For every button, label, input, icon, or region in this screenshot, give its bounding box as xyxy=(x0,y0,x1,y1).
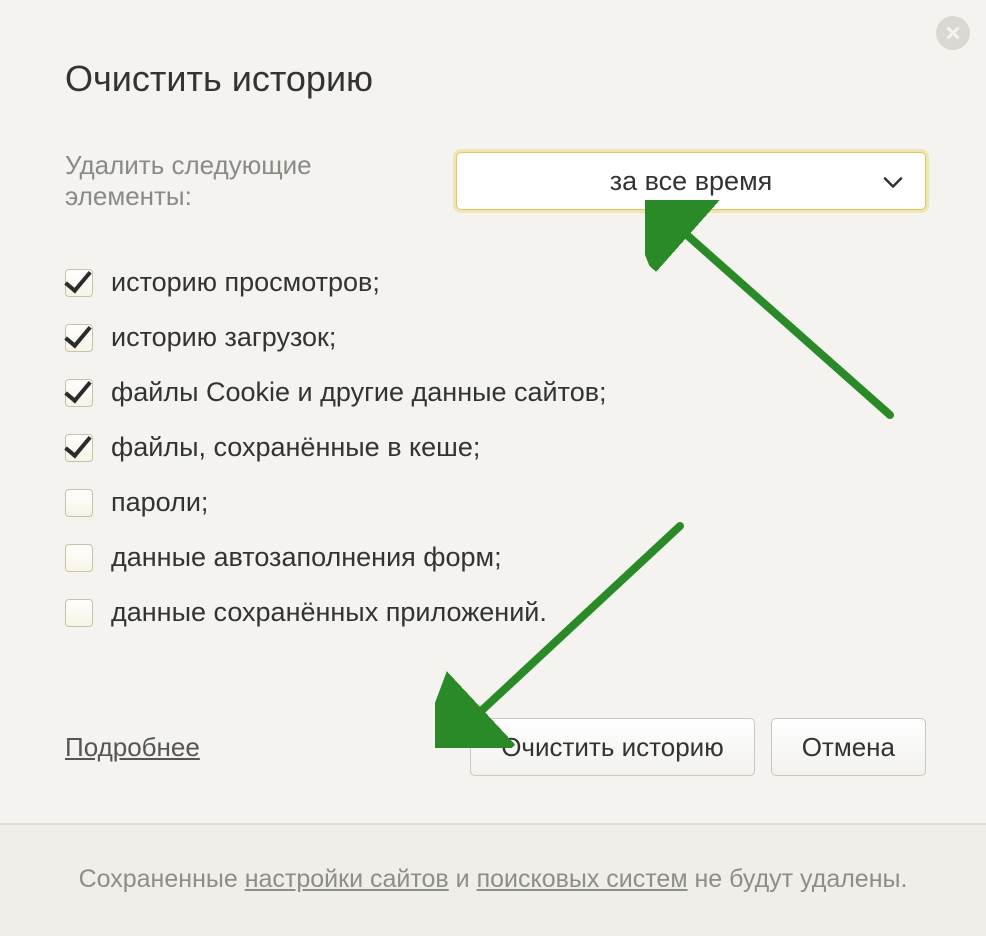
time-range-value: за все время xyxy=(610,166,773,197)
checkbox-cache[interactable] xyxy=(65,434,93,462)
site-settings-link[interactable]: настройки сайтов xyxy=(245,865,449,893)
time-range-label: Удалить следующие элементы: xyxy=(65,150,436,212)
option-label: файлы Cookie и другие данные сайтов; xyxy=(111,377,607,408)
more-link[interactable]: Подробнее xyxy=(65,732,200,763)
checkbox-browsing-history[interactable] xyxy=(65,269,93,297)
cancel-button[interactable]: Отмена xyxy=(771,718,926,776)
option-label: историю просмотров; xyxy=(111,267,380,298)
footnote-text: и xyxy=(449,865,477,893)
checkbox-app-data[interactable] xyxy=(65,599,93,627)
search-engines-link[interactable]: поисковых систем xyxy=(477,865,688,893)
checkbox-cookies[interactable] xyxy=(65,379,93,407)
checkbox-passwords[interactable] xyxy=(65,489,93,517)
option-label: пароли; xyxy=(111,487,208,518)
checkbox-autofill[interactable] xyxy=(65,544,93,572)
annotation-arrow-icon xyxy=(645,200,905,430)
option-label: файлы, сохранённые в кеше; xyxy=(111,432,480,463)
footnote-text: не будут удалены. xyxy=(688,865,908,893)
footnote-text: Сохраненные xyxy=(79,865,245,893)
chevron-down-icon xyxy=(883,166,903,197)
option-label: историю загрузок; xyxy=(111,322,336,353)
option-cache: файлы, сохранённые в кеше; xyxy=(65,432,926,463)
annotation-arrow-icon xyxy=(435,508,715,748)
footnote: Сохраненные настройки сайтов и поисковых… xyxy=(0,823,986,936)
dialog-title: Очистить историю xyxy=(65,58,926,100)
checkbox-download-history[interactable] xyxy=(65,324,93,352)
